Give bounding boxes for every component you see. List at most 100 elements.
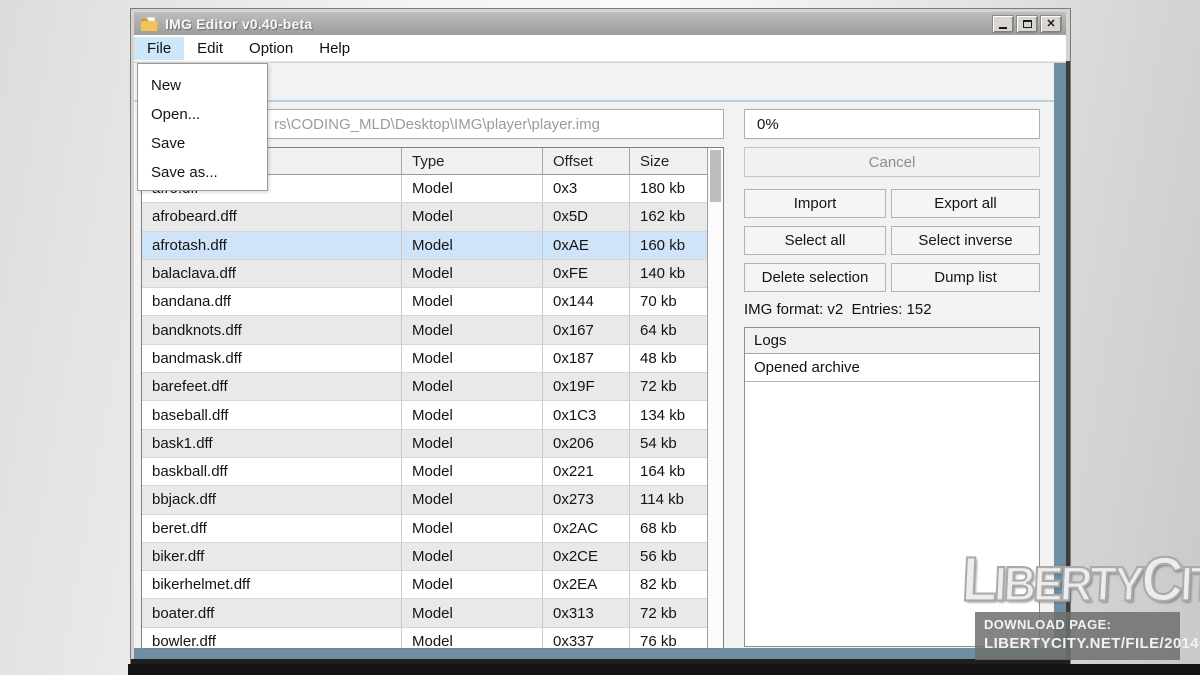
file-table: Type Offset Size afro.dff Model 0x3 180 … bbox=[141, 147, 724, 649]
minimize-icon bbox=[999, 27, 1007, 29]
table-row[interactable]: afrobeard.dff Model 0x5D 162 kb bbox=[142, 203, 723, 231]
cell-size: 64 kb bbox=[630, 316, 709, 343]
table-row[interactable]: bowler.dff Model 0x337 76 kb bbox=[142, 628, 723, 649]
table-row[interactable]: baseball.dff Model 0x1C3 134 kb bbox=[142, 401, 723, 429]
cell-size: 164 kb bbox=[630, 458, 709, 485]
table-row[interactable]: boater.dff Model 0x313 72 kb bbox=[142, 599, 723, 627]
cell-offset: 0x1C3 bbox=[543, 401, 630, 428]
cell-size: 114 kb bbox=[630, 486, 709, 513]
export-all-button[interactable]: Export all bbox=[891, 189, 1040, 218]
toolbar-divider bbox=[134, 100, 1056, 102]
log-entry: Opened archive bbox=[745, 354, 1039, 382]
delete-selection-button[interactable]: Delete selection bbox=[744, 263, 886, 292]
progress-field: 0% bbox=[744, 109, 1040, 139]
table-row[interactable]: bikerhelmet.dff Model 0x2EA 82 kb bbox=[142, 571, 723, 599]
cell-size: 72 kb bbox=[630, 373, 709, 400]
menu-help[interactable]: Help bbox=[306, 37, 363, 60]
table-row[interactable]: beret.dff Model 0x2AC 68 kb bbox=[142, 515, 723, 543]
frame-band-bottom bbox=[134, 648, 1066, 659]
table-row[interactable]: afrotash.dff Model 0xAE 160 kb bbox=[142, 232, 723, 260]
window-controls: ✕ bbox=[992, 15, 1062, 33]
header-offset[interactable]: Offset bbox=[543, 148, 630, 174]
cell-offset: 0x206 bbox=[543, 430, 630, 457]
cell-offset: 0x2CE bbox=[543, 543, 630, 570]
cell-size: 54 kb bbox=[630, 430, 709, 457]
logo-part: IBERTY bbox=[993, 556, 1143, 611]
cell-offset: 0xAE bbox=[543, 232, 630, 259]
dump-list-button[interactable]: Dump list bbox=[891, 263, 1040, 292]
table-row[interactable]: barefeet.dff Model 0x19F 72 kb bbox=[142, 373, 723, 401]
table-row[interactable]: bandmask.dff Model 0x187 48 kb bbox=[142, 345, 723, 373]
cell-offset: 0x337 bbox=[543, 628, 630, 649]
menu-item-save-as[interactable]: Save as... bbox=[138, 158, 267, 187]
cell-offset: 0x144 bbox=[543, 288, 630, 315]
cell-offset: 0x221 bbox=[543, 458, 630, 485]
cell-name: bikerhelmet.dff bbox=[142, 571, 402, 598]
cell-type: Model bbox=[402, 175, 543, 202]
cell-name: barefeet.dff bbox=[142, 373, 402, 400]
cell-offset: 0xFE bbox=[543, 260, 630, 287]
header-type[interactable]: Type bbox=[402, 148, 543, 174]
cell-size: 72 kb bbox=[630, 599, 709, 626]
table-row[interactable]: balaclava.dff Model 0xFE 140 kb bbox=[142, 260, 723, 288]
table-row[interactable]: bandknots.dff Model 0x167 64 kb bbox=[142, 316, 723, 344]
table-scrollbar[interactable] bbox=[707, 148, 723, 648]
table-row[interactable]: bask1.dff Model 0x206 54 kb bbox=[142, 430, 723, 458]
cell-type: Model bbox=[402, 232, 543, 259]
cell-offset: 0x2AC bbox=[543, 515, 630, 542]
menu-bar: File Edit Option Help bbox=[134, 35, 1066, 62]
menu-file[interactable]: File bbox=[134, 37, 184, 60]
folder-icon bbox=[140, 16, 159, 32]
cell-type: Model bbox=[402, 543, 543, 570]
table-row[interactable]: bandana.dff Model 0x144 70 kb bbox=[142, 288, 723, 316]
menu-option[interactable]: Option bbox=[236, 37, 306, 60]
cell-offset: 0x273 bbox=[543, 486, 630, 513]
close-button[interactable]: ✕ bbox=[1040, 15, 1062, 33]
logs-header: Logs bbox=[745, 328, 1039, 354]
cell-name: bandknots.dff bbox=[142, 316, 402, 343]
cancel-button[interactable]: Cancel bbox=[744, 147, 1040, 177]
cell-name: bandana.dff bbox=[142, 288, 402, 315]
cell-name: bask1.dff bbox=[142, 430, 402, 457]
logo-part: L bbox=[960, 544, 996, 614]
table-row[interactable]: biker.dff Model 0x2CE 56 kb bbox=[142, 543, 723, 571]
cell-name: biker.dff bbox=[142, 543, 402, 570]
cell-type: Model bbox=[402, 515, 543, 542]
scrollbar-thumb[interactable] bbox=[710, 150, 721, 202]
minimize-button[interactable] bbox=[992, 15, 1014, 33]
cell-size: 160 kb bbox=[630, 232, 709, 259]
libertycity-logo: LIBERTYCITY bbox=[960, 543, 1196, 615]
cell-size: 68 kb bbox=[630, 515, 709, 542]
cell-offset: 0x5D bbox=[543, 203, 630, 230]
cell-type: Model bbox=[402, 486, 543, 513]
title-bar[interactable]: IMG Editor v0.40-beta ✕ bbox=[134, 12, 1066, 35]
cell-size: 140 kb bbox=[630, 260, 709, 287]
cell-type: Model bbox=[402, 345, 543, 372]
menu-item-save[interactable]: Save bbox=[138, 129, 267, 158]
cell-type: Model bbox=[402, 571, 543, 598]
menu-item-new[interactable]: New bbox=[138, 71, 267, 100]
cell-name: afrobeard.dff bbox=[142, 203, 402, 230]
cell-type: Model bbox=[402, 599, 543, 626]
cell-type: Model bbox=[402, 288, 543, 315]
cell-size: 56 kb bbox=[630, 543, 709, 570]
watermark-label: DOWNLOAD PAGE: bbox=[984, 617, 1180, 632]
table-row[interactable]: bbjack.dff Model 0x273 114 kb bbox=[142, 486, 723, 514]
file-menu-dropdown: New Open... Save Save as... bbox=[137, 63, 268, 191]
cell-name: afrotash.dff bbox=[142, 232, 402, 259]
select-inverse-button[interactable]: Select inverse bbox=[891, 226, 1040, 255]
header-size[interactable]: Size bbox=[630, 148, 709, 174]
menu-edit[interactable]: Edit bbox=[184, 37, 236, 60]
table-row[interactable]: baskball.dff Model 0x221 164 kb bbox=[142, 458, 723, 486]
maximize-icon bbox=[1023, 20, 1032, 28]
cell-type: Model bbox=[402, 316, 543, 343]
menu-item-open[interactable]: Open... bbox=[138, 100, 267, 129]
cell-offset: 0x3 bbox=[543, 175, 630, 202]
maximize-button[interactable] bbox=[1016, 15, 1038, 33]
select-all-button[interactable]: Select all bbox=[744, 226, 886, 255]
close-icon: ✕ bbox=[1046, 17, 1055, 30]
cell-type: Model bbox=[402, 458, 543, 485]
cell-name: baskball.dff bbox=[142, 458, 402, 485]
import-button[interactable]: Import bbox=[744, 189, 886, 218]
img-format-status: IMG format: v2 Entries: 152 bbox=[744, 301, 932, 318]
